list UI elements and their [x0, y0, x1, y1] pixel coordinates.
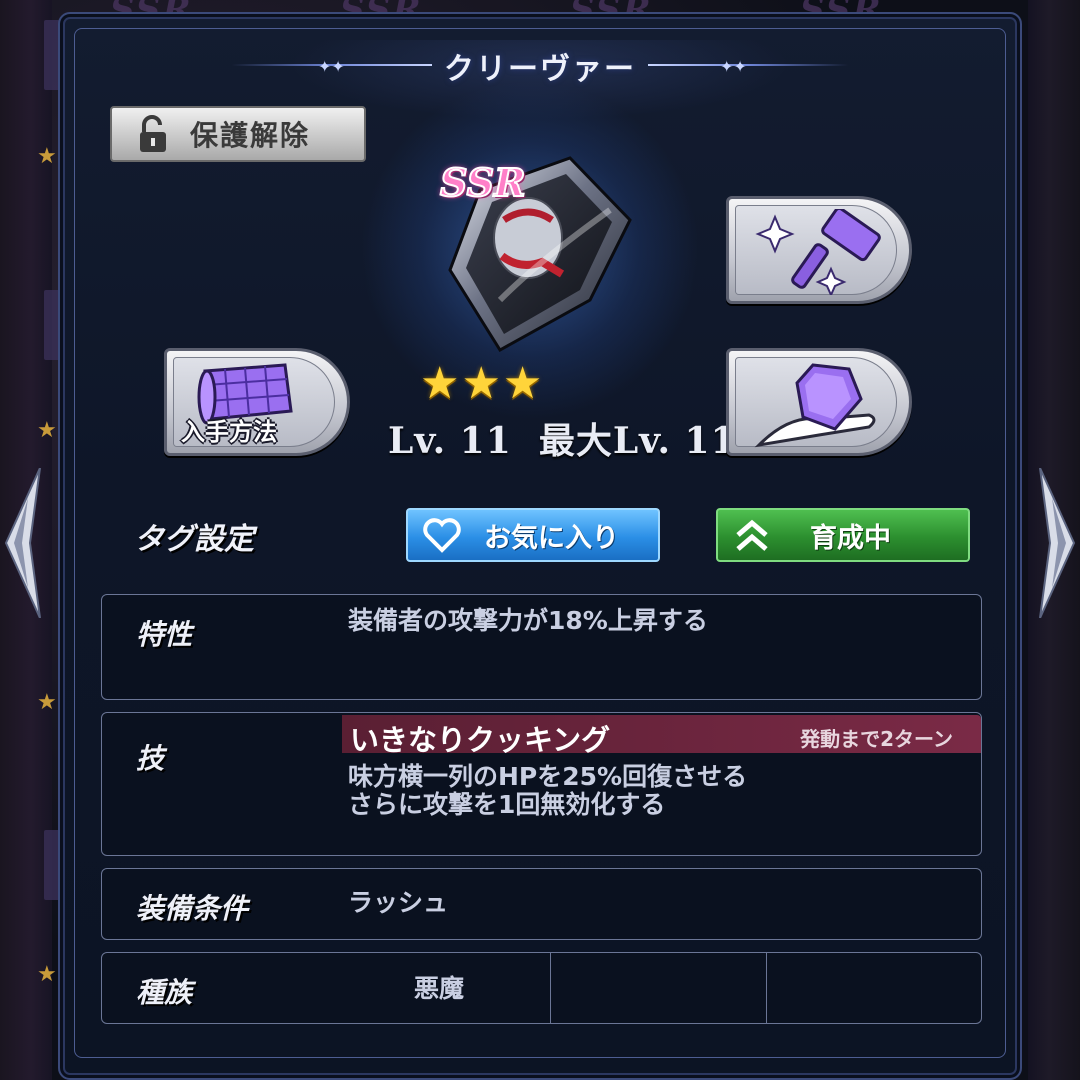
upgrade-button[interactable]	[726, 196, 912, 304]
level-display: Lv. 11 最大Lv. 11	[388, 412, 737, 464]
star-rating: ★ ★ ★	[420, 362, 542, 406]
skill-description-line2: さらに攻撃を1回無効化する	[348, 790, 666, 819]
tag-setting-label: タグ設定	[134, 522, 254, 557]
rarity-badge: SSR	[439, 159, 527, 206]
current-level: Lv. 11	[388, 420, 512, 462]
equip-condition-label: 装備条件	[136, 892, 249, 925]
race-box: 種族 悪魔	[101, 952, 982, 1024]
star-icon: ★	[420, 358, 460, 409]
gem-hand-icon	[754, 363, 876, 448]
star-icon: ★	[37, 962, 57, 987]
obtain-method-button[interactable]: 入手方法	[164, 348, 350, 456]
star-icon: ★	[37, 418, 57, 443]
trait-text: 装備者の攻撃力が18%上昇する	[348, 606, 708, 635]
favorite-button[interactable]: お気に入り	[406, 508, 660, 562]
race-value: 悪魔	[414, 974, 465, 1003]
race-cell-divider	[766, 953, 767, 1023]
skill-header: いきなりクッキング 発動まで2ターン	[342, 715, 981, 757]
lock-open-icon	[140, 115, 166, 152]
trait-box: 特性 装備者の攻撃力が18%上昇する	[101, 594, 982, 700]
obtain-method-label: 入手方法	[181, 418, 277, 446]
arrow-right-icon[interactable]	[1034, 468, 1080, 618]
arrow-left-icon[interactable]	[0, 468, 46, 618]
skill-label: 技	[136, 742, 165, 775]
gem-button[interactable]	[726, 348, 912, 456]
heart-icon	[423, 518, 461, 553]
skill-description-line1: 味方横一列のHPを25%回復させる	[348, 762, 748, 791]
star-icon: ★	[37, 144, 57, 169]
star-icon: ★	[461, 358, 501, 409]
equip-condition-box: 装備条件 ラッシュ	[101, 868, 982, 940]
training-button-label: 育成中	[810, 522, 891, 554]
star-icon: ★	[502, 358, 543, 409]
star-icon: ★	[37, 690, 57, 715]
chevron-up-double-icon	[736, 519, 768, 551]
race-cell-divider	[550, 953, 551, 1023]
hammer-sparkle-icon	[755, 209, 881, 295]
skill-box: 技 いきなりクッキング 発動まで2ターン 味方横一列のHPを25%回復させる さ…	[101, 712, 982, 856]
skill-name: いきなりクッキング	[350, 723, 611, 757]
trait-label: 特性	[136, 618, 193, 651]
race-label: 種族	[136, 976, 193, 1009]
skill-turns: 発動まで2ターン	[800, 727, 953, 751]
favorite-button-label: お気に入り	[484, 522, 619, 554]
max-level: 最大Lv. 11	[538, 420, 737, 462]
equip-condition-value: ラッシュ	[348, 888, 449, 917]
training-button[interactable]: 育成中	[716, 508, 970, 562]
unlock-button-label: 保護解除	[190, 119, 311, 152]
unlock-button[interactable]: 保護解除	[110, 106, 366, 162]
